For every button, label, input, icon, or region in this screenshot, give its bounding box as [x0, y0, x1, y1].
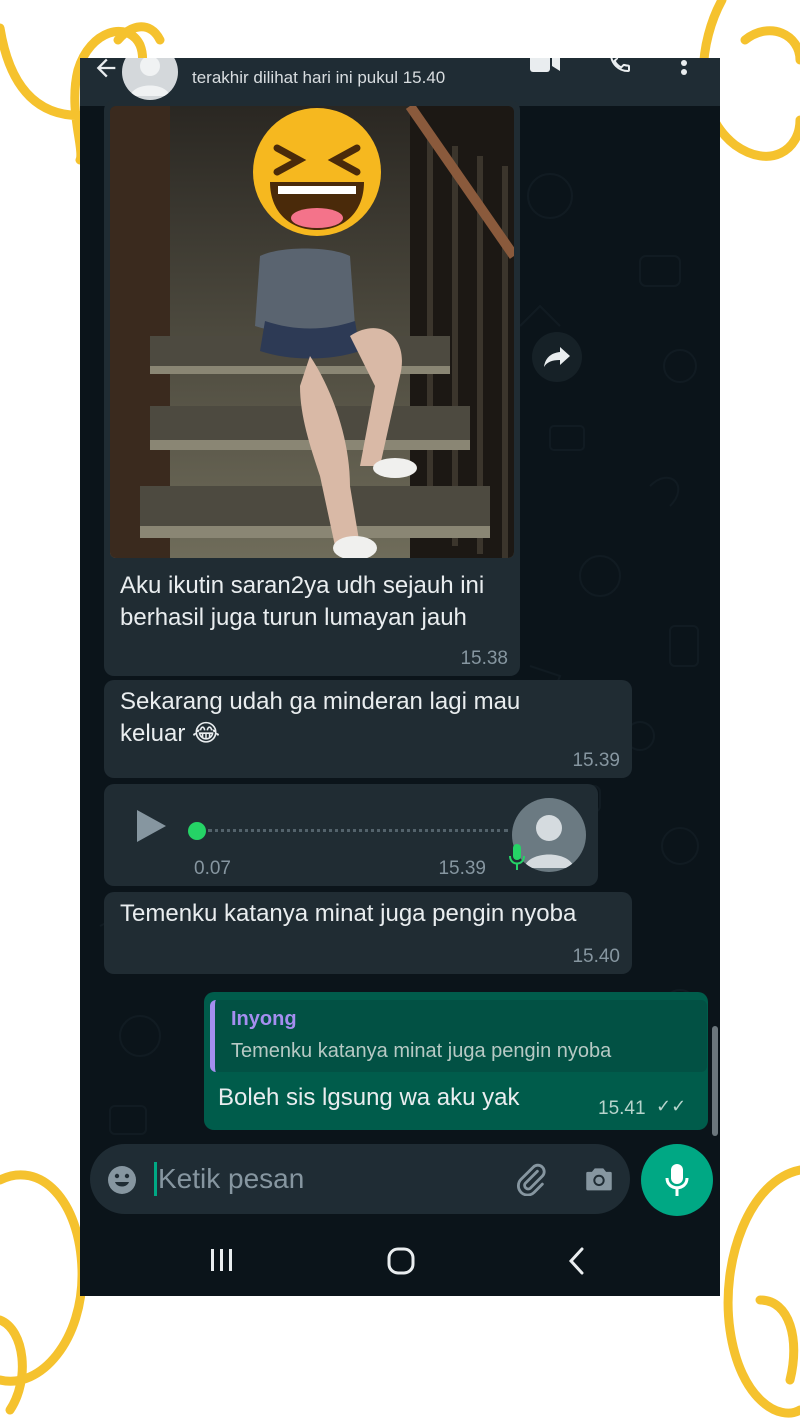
incoming-text-message[interactable]: Sekarang udah ga minderan lagi mau kelua… — [104, 680, 632, 778]
scrollbar[interactable] — [712, 1026, 718, 1136]
message-text: Boleh sis lgsung wa aku yak — [218, 1084, 520, 1111]
voice-waveform — [208, 829, 508, 832]
incoming-image-message[interactable]: Aku ikutin saran2ya udh sejauh ini berha… — [104, 100, 520, 676]
recent-apps-icon[interactable] — [208, 1246, 236, 1274]
emoji-icon[interactable] — [106, 1164, 138, 1196]
camera-icon[interactable] — [582, 1162, 616, 1196]
voice-record-button[interactable] — [641, 1144, 713, 1216]
voice-duration: 0.07 — [194, 858, 231, 879]
chat-header: terakhir dilihat hari ini pukul 15.40 — [80, 58, 720, 106]
contact-avatar[interactable] — [122, 58, 178, 100]
message-time: 15.41 — [598, 1098, 646, 1119]
phone-call-icon[interactable] — [606, 58, 634, 74]
play-icon[interactable] — [134, 808, 168, 844]
laughing-tears-emoji: 😂 — [192, 720, 221, 747]
read-receipt-icon: ✓✓ — [656, 1096, 687, 1116]
message-time: 15.39 — [572, 750, 620, 771]
quoted-message[interactable]: Inyong Temenku katanya minat juga pengin… — [210, 1000, 707, 1072]
incoming-text-message[interactable]: Temenku katanya minat juga pengin nyoba … — [104, 892, 632, 974]
whatsapp-chat-screen: terakhir dilihat hari ini pukul 15.40 Ak… — [80, 58, 720, 1296]
quoted-sender-name: Inyong — [231, 1008, 297, 1030]
voice-progress-handle[interactable] — [188, 822, 206, 840]
last-seen-status: terakhir dilihat hari ini pukul 15.40 — [192, 68, 446, 87]
mic-icon — [509, 844, 525, 870]
mic-icon — [665, 1164, 689, 1196]
default-avatar-icon — [130, 58, 170, 96]
laughing-emoji-sticker — [253, 108, 381, 236]
quoted-text: Temenku katanya minat juga pengin nyoba — [231, 1040, 612, 1062]
message-input[interactable]: Ketik pesan — [158, 1163, 304, 1195]
message-text: Sekarang udah ga minderan lagi mau kelua… — [120, 688, 521, 747]
message-text: Temenku katanya minat juga pengin nyoba — [120, 900, 577, 927]
message-text: Aku ikutin saran2ya udh sejauh ini berha… — [120, 572, 485, 631]
forward-button[interactable] — [532, 332, 582, 382]
message-time: 15.38 — [460, 648, 508, 669]
more-vert-icon[interactable] — [678, 58, 690, 76]
text-cursor — [154, 1162, 157, 1196]
forward-icon — [544, 347, 570, 367]
arrow-left-icon[interactable] — [92, 58, 120, 82]
outgoing-reply-message[interactable]: Inyong Temenku katanya minat juga pengin… — [204, 992, 708, 1130]
shared-photo[interactable] — [110, 106, 514, 558]
back-icon[interactable] — [566, 1246, 588, 1276]
video-call-icon[interactable] — [528, 58, 562, 74]
attach-icon[interactable] — [514, 1162, 548, 1196]
message-time: 15.39 — [438, 858, 486, 879]
home-icon[interactable] — [386, 1246, 416, 1276]
incoming-voice-message[interactable]: 0.07 15.39 — [104, 784, 598, 886]
message-time: 15.40 — [572, 946, 620, 967]
message-composer[interactable]: Ketik pesan — [90, 1144, 630, 1214]
system-navigation-bar — [80, 1224, 720, 1296]
